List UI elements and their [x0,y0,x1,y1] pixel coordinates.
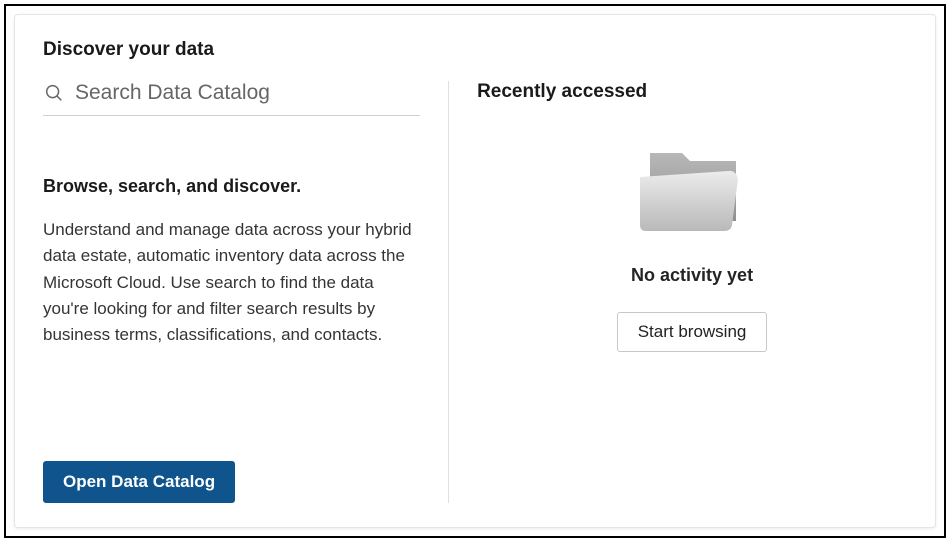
discover-data-card: Discover your data Browse, search, and d… [14,14,936,528]
start-browsing-button[interactable]: Start browsing [617,312,768,352]
search-icon [43,82,65,104]
no-activity-text: No activity yet [631,265,753,286]
recently-accessed-title: Recently accessed [477,81,907,103]
empty-state: No activity yet Start browsing [477,139,907,352]
left-description: Understand and manage data across your h… [43,217,420,349]
right-column: Recently accessed [449,81,907,503]
card-title: Discover your data [43,39,907,61]
left-subtitle: Browse, search, and discover. [43,176,420,197]
left-column: Browse, search, and discover. Understand… [43,81,449,503]
search-input[interactable] [75,81,420,105]
search-field[interactable] [43,81,420,116]
open-data-catalog-button[interactable]: Open Data Catalog [43,461,235,503]
folder-icon [632,139,752,239]
